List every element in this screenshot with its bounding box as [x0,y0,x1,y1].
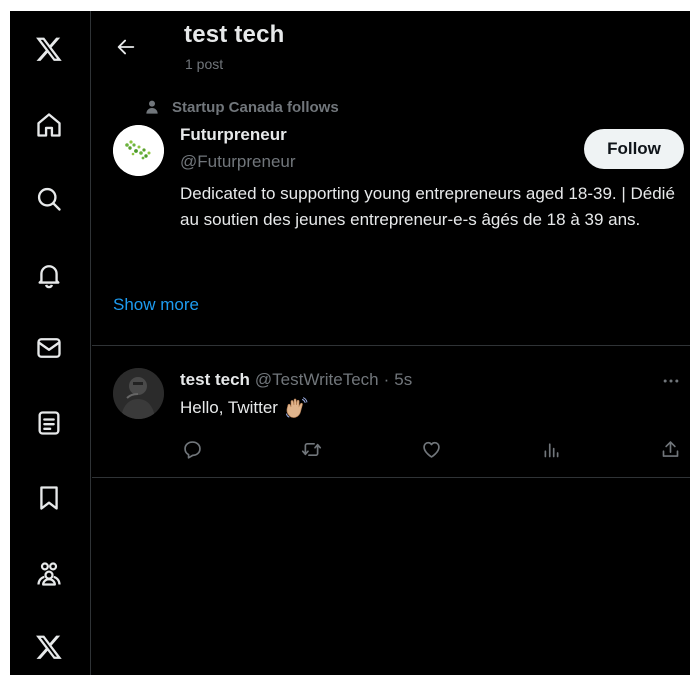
reply-button[interactable] [180,437,204,461]
futurpreneur-logo-icon [113,125,164,176]
nav-premium[interactable] [24,622,74,672]
search-icon [37,187,61,211]
tweet-separator: · [383,370,390,389]
tweet-author-name[interactable]: test tech [180,370,250,390]
profile-header: test tech 1 post [92,11,690,87]
tweet-more-button[interactable] [658,371,684,391]
divider [92,345,690,346]
waving-hand-emoji-icon [285,397,308,418]
nav-explore[interactable] [24,174,74,224]
notifications-icon [38,265,60,289]
share-button[interactable] [658,437,682,461]
back-arrow-icon [117,39,135,55]
tweet-author-avatar[interactable] [113,368,164,419]
like-button[interactable] [419,437,443,461]
nav-home[interactable] [24,100,74,150]
retweet-icon [301,442,321,456]
main-column: test tech 1 post Startup Canada follows [92,11,690,675]
follow-button[interactable]: Follow [584,129,684,169]
suggested-user-handle[interactable]: @Futurpreneur [180,152,296,172]
reply-icon [183,440,201,459]
tweet-header: test tech @TestWriteTech · 5s [180,370,412,390]
nav-communities[interactable] [24,549,74,599]
like-icon [422,441,440,458]
show-more-link[interactable]: Show more [113,295,199,315]
x-logo-icon [36,37,62,61]
side-navigation [10,11,91,675]
nav-messages[interactable] [24,323,74,373]
page-title: test tech [184,21,285,48]
tweet-text: Hello, Twitter [180,398,278,417]
messages-icon [37,338,61,358]
tweet-text-row: Hello, Twitter [180,396,308,420]
share-icon [662,440,678,457]
app-window: test tech 1 post Startup Canada follows [10,11,690,675]
person-icon [146,100,158,114]
x-logo-link[interactable] [24,24,74,74]
suggested-user-bio: Dedicated to supporting young entreprene… [180,184,675,229]
divider [92,477,690,478]
tweet-timestamp[interactable]: 5s [394,370,412,390]
nav-bookmarks[interactable] [24,473,74,523]
views-button[interactable] [539,437,563,461]
author-photo-icon [113,368,164,419]
premium-x-icon [36,635,62,659]
post-count: 1 post [185,56,224,72]
social-context: Startup Canada follows [144,97,339,117]
futurpreneur-avatar[interactable] [113,125,164,176]
nav-notifications[interactable] [24,250,74,300]
retweet-button[interactable] [299,437,323,461]
bookmarks-icon [40,486,58,510]
communities-icon [37,562,61,586]
social-context-text: Startup Canada follows [172,98,339,116]
lists-icon [38,411,60,435]
suggested-user-name[interactable]: Futurpreneur [180,125,287,145]
more-icon [663,379,679,383]
home-icon [37,113,61,137]
tweet-author-handle[interactable]: @TestWriteTech [255,370,379,390]
back-button[interactable] [108,29,144,65]
nav-lists[interactable] [24,398,74,448]
views-icon [544,442,558,457]
